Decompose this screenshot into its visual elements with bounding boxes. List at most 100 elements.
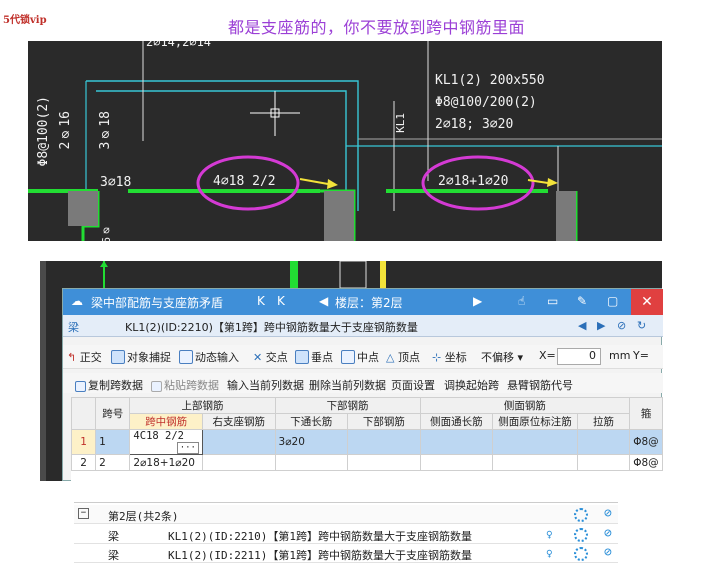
intersection-button[interactable]: ✕ 交点 <box>253 349 288 365</box>
cad-top-bars-label: 2⌀14,2⌀14 <box>146 41 212 49</box>
refresh-icon[interactable]: ↻ <box>637 319 646 332</box>
maximize-icon[interactable]: ▢ <box>607 294 618 308</box>
midpoint-button[interactable]: 中点 <box>341 349 379 365</box>
cad-lines <box>28 41 662 241</box>
bottom-bar-header: 下部钢筋 <box>347 413 421 430</box>
ignore-icon[interactable]: ⊘ <box>604 506 612 521</box>
check-dialog: ☁ 梁中部配筋与支座筋矛盾 K K ◀ 楼层：第2层 ▶ ☝ ▭ ✎ ▢ ✕ 梁… <box>62 288 663 499</box>
next-issue-icon[interactable]: ▶ <box>597 319 605 332</box>
next-floor-icon[interactable]: ▶ <box>473 294 482 308</box>
top-rebar-group-header: 上部钢筋 <box>129 397 276 414</box>
mid-span-header: 跨中钢筋 <box>129 413 203 430</box>
more-button[interactable]: ··· <box>176 442 199 454</box>
paste-icon <box>151 381 162 392</box>
cad-drawing-top: 2⌀14,2⌀14 Φ8@100(2) 2⌀16 3⌀18 3⌀18 4⌀18 … <box>28 41 662 241</box>
table-row[interactable]: 2 2 2⌀18+1⌀20 Φ8@ <box>70 454 663 471</box>
bottom-rebar-group-header: 下部钢筋 <box>274 397 421 414</box>
close-button[interactable]: ✕ <box>631 289 663 315</box>
stirrup-header: 箍 <box>629 397 663 430</box>
edit-icon[interactable]: ✎ <box>577 294 587 308</box>
input-column-button[interactable]: 输入当前列数据 <box>227 377 304 393</box>
message-prefix: 梁 <box>68 321 79 334</box>
x-label: X= <box>539 349 556 362</box>
perpendicular-icon <box>295 350 309 364</box>
issues-group-label: 第2层(共2条) <box>108 510 179 523</box>
refresh-icon[interactable] <box>574 547 588 561</box>
cad-kl-vertical-label: KL1 <box>394 113 407 133</box>
cad-stirrup-label: Φ8@100/200(2) <box>435 95 537 110</box>
copy-span-button[interactable]: 复制跨数据 <box>75 377 143 393</box>
x-input[interactable]: 0 <box>557 348 601 365</box>
first-icon[interactable]: K <box>257 294 265 308</box>
perpendicular-button[interactable]: 垂点 <box>295 349 333 365</box>
rebar-grid: 跨号 上部钢筋 下部钢筋 侧面钢筋 箍 跨中钢筋 右支座钢筋 下通长筋 下部钢筋… <box>70 397 663 499</box>
snap-toolbar: ↰ 正交 对象捕捉 动态输入 ✕ 交点 垂点 中点 △ 顶点 ⊹ 坐标 不偏移 … <box>63 345 663 369</box>
cad-main-bars-label: 2⌀18; 3⌀20 <box>435 117 514 132</box>
message-bar: 梁 KL1(2)(ID:2210)【第1跨】跨中钢筋数量大于支座钢筋数量 ◀ ▶… <box>63 315 663 337</box>
cantilever-code-button[interactable]: 悬臂钢筋代号 <box>507 377 573 393</box>
span-header: 跨号 <box>95 397 131 430</box>
message-text: KL1(2)(ID:2210)【第1跨】跨中钢筋数量大于支座钢筋数量 <box>125 321 418 334</box>
dialog-title: 梁中部配筋与支座筋矛盾 <box>91 296 224 310</box>
coordinate-button[interactable]: ⊹ 坐标 <box>432 349 467 365</box>
list-item[interactable]: 梁 KL1(2)(ID:2210)【第1跨】跨中钢筋数量大于支座钢筋数量 ♀ ⊘ <box>74 525 618 544</box>
last-icon[interactable]: K <box>277 294 285 308</box>
coordinate-icon: ⊹ <box>432 351 442 364</box>
copy-icon <box>75 381 86 392</box>
cad-beam-label: KL1(2) 200x550 <box>435 73 545 88</box>
cad-bottom-bar-label: 3⌀18 <box>100 175 132 190</box>
page-setup-button[interactable]: 页面设置 <box>391 377 435 393</box>
cad-circled-label-2: 2⌀18+1⌀20 <box>438 174 509 189</box>
chat-icon[interactable]: ▭ <box>547 294 558 308</box>
cad-bottom-edge-label: 6⌀ <box>100 224 113 241</box>
side-through-header: 侧面通长筋 <box>419 413 494 430</box>
bulb-icon[interactable]: ♀ <box>546 528 553 541</box>
swap-start-span-button[interactable]: 调换起始跨 <box>444 377 499 393</box>
ortho-button[interactable]: ↰ 正交 <box>67 349 102 365</box>
delete-column-button[interactable]: 删除当前列数据 <box>309 377 386 393</box>
vertex-button[interactable]: △ 顶点 <box>386 349 420 365</box>
issues-group-row[interactable]: − 第2层(共2条) ⊘ <box>74 505 618 524</box>
object-snap-button[interactable]: 对象捕捉 <box>111 349 171 365</box>
cloud-icon: ☁ <box>71 294 83 308</box>
midpoint-icon <box>341 350 355 364</box>
cad-left-stirrup-label: Φ8@100(2) <box>36 96 51 167</box>
side-rebar-group-header: 侧面钢筋 <box>419 397 631 414</box>
bulb-icon[interactable]: ♀ <box>546 547 553 560</box>
issue-type: 梁 <box>108 530 119 543</box>
dialog-title-bar[interactable]: ☁ 梁中部配筋与支座筋矛盾 K K ◀ 楼层：第2层 ▶ ☝ ▭ ✎ ▢ ✕ <box>63 289 663 315</box>
list-item[interactable]: 梁 KL1(2)(ID:2211)【第1跨】跨中钢筋数量大于支座钢筋数量 ♀ ⊘ <box>74 544 618 563</box>
ignore-icon[interactable]: ⊘ <box>604 545 612 560</box>
dynamic-input-icon <box>179 350 193 364</box>
mid-span-cell-editing[interactable]: 4C18 2/2 ··· <box>129 429 203 455</box>
side-original-header: 侧面原位标注筋 <box>492 413 578 430</box>
issues-panel: − 第2层(共2条) ⊘ 梁 KL1(2)(ID:2210)【第1跨】跨中钢筋数… <box>74 502 618 563</box>
snap-icon <box>111 350 125 364</box>
prev-issue-icon[interactable]: ◀ <box>578 319 586 332</box>
unit-label: mm <box>609 349 631 362</box>
chevron-down-icon: ▾ <box>517 351 524 364</box>
issue-text: KL1(2)(ID:2210)【第1跨】跨中钢筋数量大于支座钢筋数量 <box>168 530 472 543</box>
paste-span-button[interactable]: 粘贴跨数据 <box>151 377 219 393</box>
collapse-icon[interactable]: − <box>78 508 89 519</box>
cad-side-bar-label: 3⌀18 <box>98 111 113 150</box>
ignore-icon[interactable]: ⊘ <box>604 526 612 541</box>
like-icon[interactable]: ☝ <box>518 294 525 308</box>
floor-label: 楼层：第2层 <box>335 296 403 310</box>
issue-text: KL1(2)(ID:2211)【第1跨】跨中钢筋数量大于支座钢筋数量 <box>168 549 472 562</box>
prev-floor-icon[interactable]: ◀ <box>319 294 328 308</box>
vertex-icon: △ <box>386 351 395 364</box>
bottom-through-header: 下通长筋 <box>274 413 349 430</box>
y-label: Y= <box>633 349 649 362</box>
ignore-icon[interactable]: ⊘ <box>617 319 626 332</box>
ortho-icon: ↰ <box>67 351 77 364</box>
refresh-icon[interactable] <box>574 528 588 542</box>
watermark-text: 5代锁vip <box>3 15 47 26</box>
table-row[interactable]: 1 1 4C18 2/2 ··· 3⌀20 Φ8@ <box>70 429 663 455</box>
refresh-icon[interactable] <box>574 508 588 522</box>
dynamic-input-button[interactable]: 动态输入 <box>179 349 239 365</box>
span-toolbar: 复制跨数据 粘贴跨数据 输入当前列数据 删除当前列数据 页面设置 调换起始跨 悬… <box>63 373 663 393</box>
cad-circled-label-1: 4⌀18 2/2 <box>213 174 276 189</box>
annotation-headline: 都是支座筋的，你不要放到跨中钢筋里面 <box>228 18 526 37</box>
offset-select[interactable]: 不偏移 ▾ <box>481 349 523 365</box>
